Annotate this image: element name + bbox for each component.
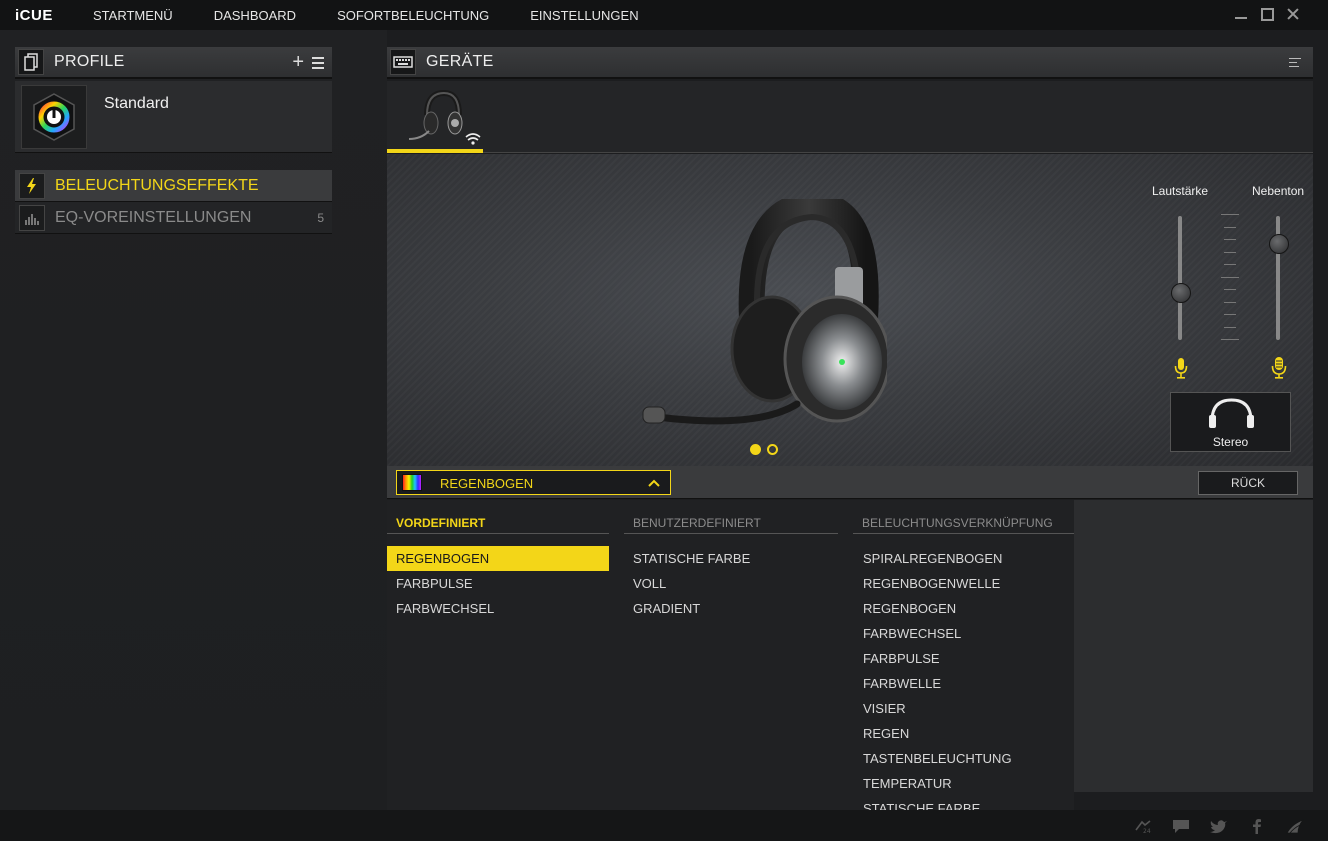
facebook-icon[interactable]: [1248, 818, 1266, 834]
profile-avatar: [21, 85, 87, 149]
devices-header: GERÄTE: [387, 47, 1313, 79]
support-icon[interactable]: 24: [1134, 818, 1152, 834]
back-button[interactable]: RÜCK: [1198, 471, 1298, 495]
equalizer-icon: [19, 204, 45, 231]
effect-option-spiral-rainbow[interactable]: SPIRALREGENBOGEN: [854, 546, 1068, 571]
microphone-icon[interactable]: [1173, 356, 1189, 380]
effect-option-static-color[interactable]: STATISCHE FARBE: [624, 546, 838, 571]
effect-option-rainbow-wave[interactable]: REGENBOGENWELLE: [854, 571, 1068, 596]
effect-settings-area: [1074, 500, 1313, 792]
effect-option-gradient[interactable]: GRADIENT: [624, 596, 838, 621]
effect-option-link-color-pulse[interactable]: FARBPULSE: [854, 646, 1068, 671]
add-profile-button[interactable]: +: [292, 52, 304, 72]
effect-option-color-wave[interactable]: FARBWELLE: [854, 671, 1068, 696]
effect-option-color-shift[interactable]: FARBWECHSEL: [387, 596, 609, 621]
nav-startmenu[interactable]: STARTMENÜ: [93, 8, 173, 23]
effect-option-visor[interactable]: VISIER: [854, 696, 1068, 721]
stereo-mode-button[interactable]: Stereo: [1170, 392, 1291, 452]
minimize-icon[interactable]: [1234, 6, 1248, 22]
effect-option-rainbow[interactable]: REGENBOGEN: [387, 546, 609, 571]
effect-option-rain[interactable]: REGEN: [854, 721, 1068, 746]
headset-thumbnail-icon: [408, 89, 481, 145]
status-bar: 24: [0, 810, 1328, 841]
profile-item[interactable]: Standard: [15, 81, 332, 153]
slider-scale: [1221, 214, 1239, 342]
effect-option-link-rainbow[interactable]: REGENBOGEN: [854, 596, 1068, 621]
page-dot-2[interactable]: [767, 444, 778, 455]
device-preview: Lautstärke Nebenton Stereo: [387, 154, 1313, 466]
eq-count-badge: 5: [317, 211, 324, 225]
effect-option-link-color-shift[interactable]: FARBWECHSEL: [854, 621, 1068, 646]
headphones-icon: [1209, 398, 1254, 428]
volume-slider[interactable]: [1178, 216, 1182, 340]
svg-text:24: 24: [1143, 828, 1151, 834]
effect-dropdown-menu: VORDEFINIERT BENUTZERDEFINIERT BELEUCHTU…: [387, 500, 1074, 835]
effect-option-temperature[interactable]: TEMPERATUR: [854, 771, 1068, 796]
profile-name: Standard: [104, 95, 169, 112]
twitter-icon[interactable]: [1210, 818, 1228, 834]
effect-dropdown[interactable]: REGENBOGEN: [396, 470, 671, 495]
sidebar-item-eq-presets[interactable]: EQ-VOREINSTELLUNGEN 5: [15, 202, 332, 234]
maximize-icon[interactable]: [1260, 6, 1274, 22]
category-custom: BENUTZERDEFINIERT: [624, 516, 838, 534]
device-list: [387, 81, 1313, 153]
device-tab-headset[interactable]: [387, 81, 483, 153]
close-icon[interactable]: [1286, 6, 1300, 22]
nav-settings[interactable]: EINSTELLUNGEN: [530, 8, 638, 23]
keyboard-icon: [390, 49, 416, 75]
app-logo: iCUE: [15, 6, 53, 24]
profiles-icon: [18, 49, 44, 75]
volume-slider-handle[interactable]: [1171, 283, 1191, 303]
page-dot-1[interactable]: [750, 444, 761, 455]
nav-instant-lighting[interactable]: SOFORTBELEUCHTUNG: [337, 8, 489, 23]
sidebar-item-label: BELEUCHTUNGSEFFEKTE: [55, 176, 259, 194]
category-lighting-link: BELEUCHTUNGSVERKNÜPFUNG: [853, 516, 1074, 534]
effect-option-type-lighting[interactable]: TASTENBELEUCHTUNG: [854, 746, 1068, 771]
effect-dropdown-value: REGENBOGEN: [440, 476, 534, 491]
effect-option-solid[interactable]: VOLL: [624, 571, 838, 596]
profile-menu-icon[interactable]: [312, 57, 324, 72]
profiles-title: PROFILE: [54, 53, 125, 70]
chat-icon[interactable]: [1172, 818, 1190, 834]
category-predefined: VORDEFINIERT: [387, 516, 609, 534]
volume-label: Lautstärke: [1152, 184, 1209, 198]
title-bar: iCUE STARTMENÜ DASHBOARD SOFORTBELEUCHTU…: [0, 0, 1328, 30]
sidetone-slider-handle[interactable]: [1269, 234, 1289, 254]
devices-title: GERÄTE: [426, 53, 494, 70]
sidetone-label: Nebenton: [1252, 184, 1305, 198]
sidetone-microphone-icon[interactable]: [1271, 356, 1287, 380]
chevron-up-icon: [648, 479, 660, 487]
profiles-header: PROFILE +: [15, 47, 332, 79]
effect-toolbar: REGENBOGEN RÜCK: [387, 466, 1313, 499]
device-menu-icon[interactable]: [1289, 58, 1301, 70]
lightning-icon: [19, 172, 45, 199]
effect-option-color-pulse[interactable]: FARBPULSE: [387, 571, 609, 596]
sidebar-item-label: EQ-VOREINSTELLUNGEN: [55, 208, 252, 226]
corsair-icon[interactable]: [1286, 818, 1304, 834]
stereo-mode-label: Stereo: [1212, 435, 1249, 449]
rainbow-swatch-icon: [402, 474, 422, 491]
headset-image: [642, 199, 887, 425]
sidebar-item-lighting-effects[interactable]: BELEUCHTUNGSEFFEKTE: [15, 170, 332, 202]
nav-dashboard[interactable]: DASHBOARD: [214, 8, 296, 23]
